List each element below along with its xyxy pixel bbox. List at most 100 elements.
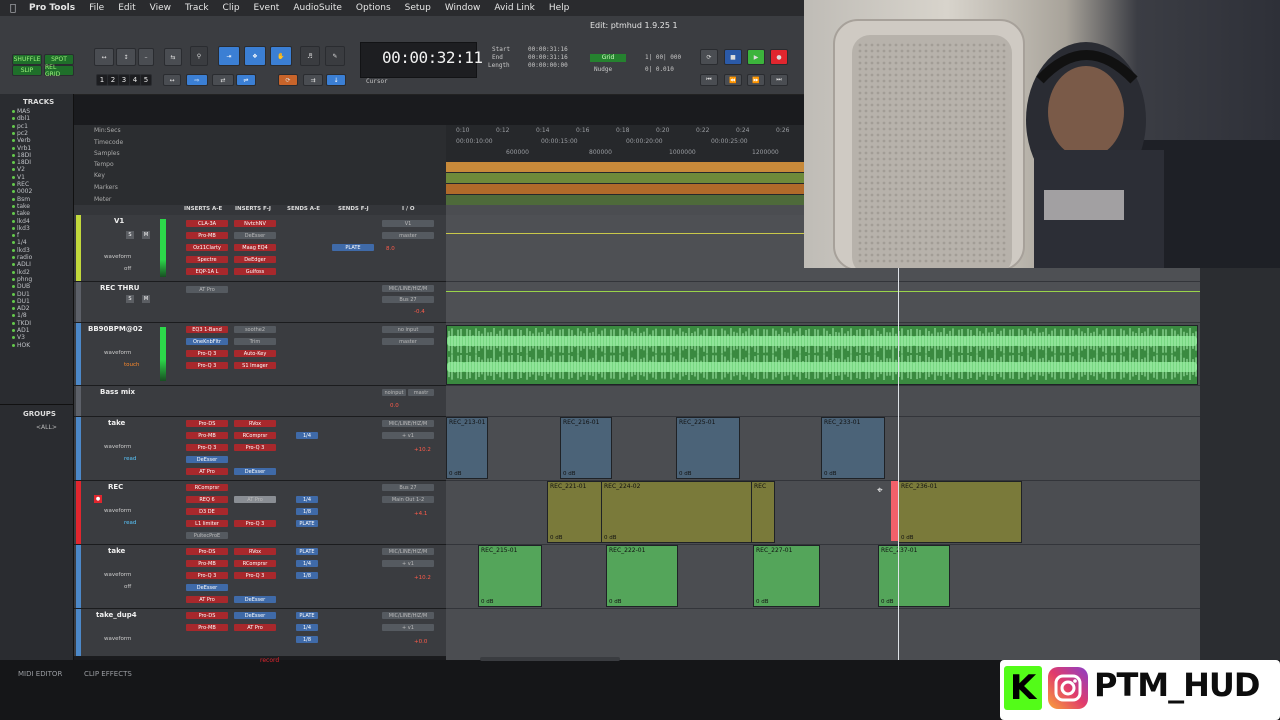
grid-value[interactable]: 1| 00| 000 — [645, 54, 681, 61]
track-list-item[interactable]: lkd3 — [0, 225, 30, 232]
insertion-follows-icon[interactable]: ⟳ — [278, 74, 298, 86]
zoom-vertical-icon[interactable]: ↕ — [116, 48, 136, 66]
send-slot[interactable]: PLATE — [296, 612, 318, 619]
track-list-item[interactable]: 18DI — [0, 159, 31, 166]
track-visible-dot-icon[interactable] — [12, 110, 15, 113]
track-visible-dot-icon[interactable] — [12, 146, 15, 150]
track-visible-dot-icon[interactable] — [12, 314, 15, 318]
volume-automation-line[interactable] — [446, 233, 804, 234]
audio-clip[interactable]: REC_222-01 0 dB — [606, 545, 678, 607]
track-input[interactable]: V1 — [382, 220, 434, 227]
track-list-item[interactable]: take — [0, 203, 30, 210]
solo-button[interactable]: S — [126, 295, 134, 303]
ruler-minsecs-label[interactable]: Min:Secs — [94, 127, 121, 134]
track-visible-dot-icon[interactable] — [12, 292, 15, 296]
track-name[interactable]: take — [108, 419, 125, 427]
go-to-end-icon[interactable]: ⏭ — [770, 74, 788, 86]
ruler-meter-label[interactable]: Meter — [94, 196, 111, 203]
track-visible-dot-icon[interactable] — [12, 168, 15, 172]
view-mode-select[interactable]: waveform — [104, 636, 131, 642]
tempo-lane[interactable] — [446, 162, 804, 172]
sends-fj-header[interactable]: SENDS F-J — [338, 206, 369, 212]
insert-slot[interactable]: Pro-DS — [186, 548, 228, 555]
track-list-item[interactable]: 18DI — [0, 152, 31, 159]
insert-slot[interactable]: Pro-Q 3 — [186, 350, 228, 357]
track-input[interactable]: MIC/LINE/HIZ/M — [382, 548, 434, 555]
insert-slot[interactable]: DeEsser — [234, 468, 276, 475]
track-list-item[interactable]: 0002 — [0, 188, 32, 195]
track-list-item[interactable]: pc1 — [0, 123, 28, 130]
track-visible-dot-icon[interactable] — [12, 241, 15, 245]
insert-slot[interactable]: CLA-3A — [186, 220, 228, 227]
send-slot[interactable]: PLATE — [296, 548, 318, 555]
insert-slot[interactable]: DeEsser — [234, 232, 276, 239]
track-visible-dot-icon[interactable] — [12, 307, 15, 311]
insert-slot[interactable]: AT Pro — [186, 286, 228, 293]
key-lane[interactable] — [446, 173, 804, 183]
insert-slot[interactable]: OneKnbFltr — [186, 338, 228, 345]
zoomer-tool-icon[interactable]: ⚲ — [190, 46, 208, 66]
view-mode-select[interactable]: waveform — [104, 508, 131, 514]
track-input[interactable]: MIC/LINE/HIZ/M — [382, 285, 434, 292]
track-visible-dot-icon[interactable] — [12, 270, 15, 274]
volume-readout[interactable]: +10.2 — [414, 575, 431, 581]
track-rec-thru[interactable]: REC THRU S M AT Pro MIC/LINE/HIZ/M Bus 2… — [74, 282, 446, 323]
audio-clip[interactable]: REC_236-01 0 dB — [898, 481, 1022, 543]
track-visible-dot-icon[interactable] — [12, 139, 15, 143]
lane-take-dup4[interactable] — [446, 609, 1200, 661]
track-name[interactable]: REC — [108, 483, 123, 491]
audio-clip[interactable]: REC_233-01 0 dB — [821, 417, 885, 479]
insert-slot[interactable]: DeEdger — [234, 256, 276, 263]
loop-icon[interactable]: ⟳ — [700, 49, 718, 65]
insert-slot[interactable]: AT Pro — [234, 624, 276, 631]
insert-slot[interactable]: Maag EQ4 — [234, 244, 276, 251]
insert-slot[interactable]: Pro-Q 3 — [234, 520, 276, 527]
io-header[interactable]: I / O — [402, 206, 415, 212]
volume-readout[interactable]: 8.0 — [386, 246, 395, 252]
track-output[interactable]: + v1 — [382, 560, 434, 567]
insert-slot[interactable]: EQP-1A L — [186, 268, 228, 275]
insert-slot[interactable]: L1 limiter — [186, 520, 228, 527]
volume-readout[interactable]: 0.0 — [390, 403, 399, 409]
nudge-value[interactable]: 0| 0.010 — [645, 66, 674, 73]
lane-take-2[interactable]: REC_215-01 0 dB REC_222-01 0 dB REC_227-… — [446, 545, 1200, 609]
track-name[interactable]: REC THRU — [100, 284, 139, 292]
track-take[interactable]: take Pro-DS Pro-MB Pro-Q 3 DeEsser AT Pr… — [74, 417, 446, 481]
insert-slot[interactable]: DeEsser — [186, 584, 228, 591]
shuffle-mode-button[interactable]: SHUFFLE — [12, 54, 42, 65]
mirror-midi-icon[interactable]: ⇄ — [212, 74, 234, 86]
return-to-zero-icon[interactable]: ⏮ — [700, 74, 718, 86]
fast-forward-icon[interactable]: ⏩ — [747, 74, 765, 86]
zoom-in-horizontal-icon[interactable]: ↔ — [94, 48, 114, 66]
nudge-label[interactable]: Nudge — [594, 66, 612, 73]
track-name[interactable]: take — [108, 547, 125, 555]
scrubber-tool-icon[interactable]: ♬ — [300, 46, 320, 66]
insert-slot[interactable]: AT Pro — [186, 596, 228, 603]
insert-slot[interactable]: AT Pro — [186, 468, 228, 475]
insert-slot[interactable]: REQ 6 — [186, 496, 228, 503]
track-list-item[interactable]: AD2 — [0, 305, 30, 312]
send-slot[interactable]: 1/4 — [296, 624, 318, 631]
insert-slot[interactable]: RVox — [234, 420, 276, 427]
track-list-item[interactable]: HOK — [0, 342, 30, 349]
track-list-item[interactable]: DUB — [0, 283, 30, 290]
ruler-tempo-label[interactable]: Tempo — [94, 161, 114, 168]
track-visible-dot-icon[interactable] — [12, 183, 15, 186]
record-arm-button[interactable]: ● — [94, 495, 102, 503]
menu-audiosuite[interactable]: AudioSuite — [286, 3, 349, 13]
automation-mode-select[interactable]: off — [124, 266, 131, 272]
track-list-item[interactable]: phng — [0, 276, 32, 283]
track-visible-dot-icon[interactable] — [12, 175, 15, 179]
ruler-samples-label[interactable]: Samples — [94, 150, 120, 157]
insert-slot[interactable]: RComprsr — [234, 560, 276, 567]
track-list-item[interactable]: lkd4 — [0, 218, 30, 225]
timeline-rulers[interactable]: 0:10 0:12 0:14 0:16 0:18 0:20 0:22 0:24 … — [446, 125, 804, 205]
audio-clip[interactable]: REC_224-02 0 dB — [601, 481, 753, 543]
insert-slot[interactable]: DeEsser — [234, 596, 276, 603]
mute-button[interactable]: M — [142, 295, 150, 303]
track-visible-dot-icon[interactable] — [12, 329, 15, 332]
track-list-item[interactable]: dbl1 — [0, 115, 30, 122]
track-visible-dot-icon[interactable] — [12, 336, 15, 340]
solo-button[interactable]: S — [126, 231, 134, 239]
track-list-item[interactable]: ADLI — [0, 261, 31, 268]
